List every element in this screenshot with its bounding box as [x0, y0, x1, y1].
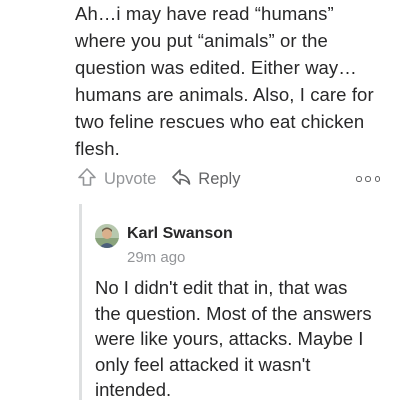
- upvote-arrow-icon: [76, 166, 104, 193]
- comment-text-line: intended.: [95, 379, 172, 400]
- comment-text-line: the question. Most of the answers: [95, 302, 372, 324]
- timestamp: 29m ago: [127, 249, 186, 266]
- reply-button[interactable]: Reply: [170, 166, 240, 193]
- avatar[interactable]: [95, 224, 119, 248]
- comment-text-line: flesh.: [75, 138, 120, 159]
- comment-text-line: were like yours, attacks. Maybe I: [95, 328, 364, 349]
- reply-thread-line: [79, 204, 82, 400]
- comment-text-line: question was edited. Either way…: [75, 57, 357, 78]
- comment-text-line: where you put “animals” or the: [75, 30, 328, 51]
- comment-actions-bar: Upvote Reply: [76, 166, 380, 192]
- reply-arrow-icon: [170, 166, 198, 193]
- comment-text-line: only feel attacked it wasn't: [95, 353, 311, 375]
- upvote-label: Upvote: [104, 169, 157, 188]
- comment-text-line: two feline rescues who eat chicken: [75, 111, 365, 132]
- parent-comment-body: Ah…i may have read “humans” where you pu…: [75, 0, 393, 162]
- more-options-button[interactable]: [356, 172, 380, 186]
- reply-label: Reply: [198, 169, 241, 188]
- comment-text-line: humans are animals. Also, I care for: [75, 84, 374, 105]
- upvote-button[interactable]: Upvote: [76, 166, 156, 193]
- comment-text-line: Ah…i may have read “humans”: [75, 3, 334, 24]
- comment-text-line: No I didn't edit that in, that was: [95, 277, 348, 298]
- reply-comment-body: No I didn't edit that in, that was the q…: [95, 275, 395, 403]
- author-name[interactable]: Karl Swanson: [127, 225, 233, 243]
- more-options-icon: [356, 176, 362, 182]
